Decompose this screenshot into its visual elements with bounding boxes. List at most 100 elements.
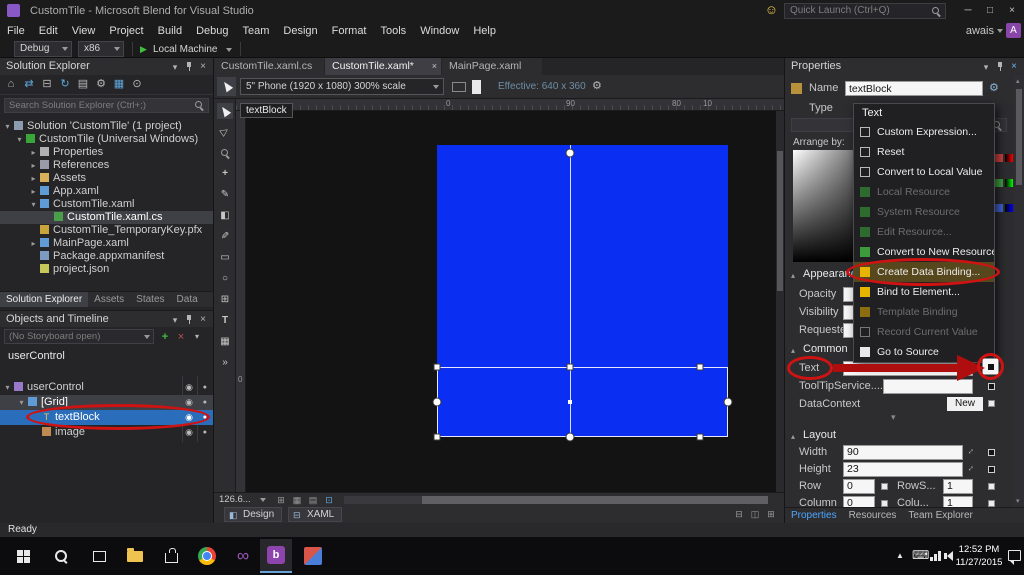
- scroll-down-icon[interactable]: ▾: [1016, 497, 1020, 505]
- chevron-collapsed-icon[interactable]: ▸: [28, 237, 39, 250]
- chevron-expanded-icon[interactable]: ▾: [2, 380, 13, 395]
- advanced-options-marker[interactable]: [988, 383, 995, 390]
- tab-team-explorer[interactable]: Team Explorer: [902, 508, 978, 523]
- tab-resources[interactable]: Resources: [843, 508, 903, 523]
- new-storyboard-icon[interactable]: +: [158, 330, 172, 344]
- resize-handle[interactable]: [697, 364, 704, 371]
- close-icon[interactable]: ×: [197, 61, 209, 73]
- eye-icon[interactable]: ◉: [185, 395, 193, 410]
- objects-item-grid[interactable]: ▾[Grid]◉●: [0, 395, 213, 410]
- solution-search-box[interactable]: Search Solution Explorer (Ctrl+;): [4, 98, 209, 113]
- advanced-options-marker[interactable]: [988, 466, 995, 473]
- eye-icon[interactable]: ◉: [185, 410, 193, 425]
- app-icon[interactable]: [300, 544, 326, 568]
- tooltipservice-input[interactable]: [883, 379, 973, 394]
- tree-item-customtile-xaml-cs[interactable]: CustomTile.xaml.cs: [0, 211, 213, 224]
- lock-dot-icon[interactable]: ●: [203, 395, 207, 410]
- close-button[interactable]: ×: [1002, 1, 1022, 21]
- feedback-smiley-icon[interactable]: ☺: [765, 2, 778, 17]
- advanced-options-marker[interactable]: [881, 483, 888, 490]
- collapse-arrow-icon[interactable]: ▴: [791, 346, 795, 355]
- autosize-icon[interactable]: ↕: [966, 463, 976, 473]
- pin-icon[interactable]: [183, 314, 195, 326]
- storyboard-options-icon[interactable]: ▾: [190, 330, 204, 344]
- eyedropper-tool-icon[interactable]: ✎: [217, 187, 233, 203]
- chevron-down-icon[interactable]: ▾: [980, 61, 992, 73]
- lock-dot-icon[interactable]: ●: [203, 425, 207, 440]
- menu-item-convert-to-new-resource[interactable]: Convert to New Resource...: [854, 242, 994, 262]
- tree-item-customtile-xaml[interactable]: ▾CustomTile.xaml: [0, 198, 213, 211]
- menu-file[interactable]: File: [0, 22, 32, 40]
- task-view-icon[interactable]: [86, 544, 112, 568]
- chevron-expanded-icon[interactable]: ▾: [2, 120, 13, 133]
- refresh-icon[interactable]: ↻: [58, 77, 72, 91]
- tree-item-app-xaml[interactable]: ▸App.xaml: [0, 185, 213, 198]
- section-common[interactable]: Common: [803, 343, 848, 355]
- gear-icon[interactable]: ⚙: [592, 79, 602, 92]
- zoom-tool-icon[interactable]: [217, 145, 233, 161]
- chevron-expanded-icon[interactable]: ▾: [28, 198, 39, 211]
- tray-expand-icon[interactable]: ▲: [896, 551, 904, 560]
- assets-tool-icon[interactable]: ▦: [217, 334, 233, 350]
- sync-with-editor-icon[interactable]: ⊙: [130, 77, 144, 91]
- canvas-vertical-scrollbar[interactable]: [776, 111, 784, 492]
- storyboard-picker[interactable]: (No Storyboard open): [4, 329, 154, 344]
- advanced-options-marker[interactable]: [988, 483, 995, 490]
- tree-item-appxmanifest[interactable]: Package.appxmanifest: [0, 250, 213, 263]
- resize-handle[interactable]: [434, 364, 441, 371]
- solution-explorer-header[interactable]: Solution Explorer ▾ ×: [0, 58, 213, 75]
- zoom-fit-icon[interactable]: ⊞: [274, 494, 288, 506]
- store-icon[interactable]: [158, 544, 184, 568]
- chevron-collapsed-icon[interactable]: ▸: [28, 172, 39, 185]
- pan-tool-icon[interactable]: +: [217, 166, 233, 182]
- tab-states[interactable]: States: [130, 292, 170, 307]
- blue-channel-swatch[interactable]: [995, 204, 1003, 212]
- scroll-up-icon[interactable]: ▴: [1016, 77, 1020, 85]
- text-tool-icon[interactable]: T: [217, 313, 233, 329]
- scrollbar-thumb[interactable]: [777, 151, 783, 291]
- menu-edit[interactable]: Edit: [32, 22, 65, 40]
- network-icon[interactable]: [930, 551, 942, 561]
- collapse-arrow-icon[interactable]: ▴: [791, 432, 795, 441]
- selection-tool-icon[interactable]: [217, 103, 233, 119]
- tree-item-mainpage-xaml[interactable]: ▸MainPage.xaml: [0, 237, 213, 250]
- advanced-options-marker[interactable]: [988, 449, 995, 456]
- lock-dot-icon[interactable]: ●: [203, 410, 207, 425]
- pen-tool-icon[interactable]: ✎: [217, 229, 233, 245]
- platform-dropdown[interactable]: x86: [78, 41, 124, 57]
- menu-project[interactable]: Project: [102, 22, 150, 40]
- ellipse-tool-icon[interactable]: ○: [217, 271, 233, 287]
- scrollbar-thumb[interactable]: [1016, 89, 1022, 185]
- anchor-handle[interactable]: [433, 398, 442, 407]
- objects-timeline-header[interactable]: Objects and Timeline ▾ ×: [0, 310, 213, 327]
- blue-channel-slider[interactable]: [1005, 204, 1013, 212]
- tab-properties[interactable]: Properties: [785, 508, 843, 523]
- tab-solution-explorer[interactable]: Solution Explorer: [0, 292, 88, 307]
- split-horizontal-icon[interactable]: ⊟: [732, 508, 746, 520]
- close-icon[interactable]: ×: [1008, 61, 1020, 73]
- switch-views-icon[interactable]: ⇄: [22, 77, 36, 91]
- chevron-collapsed-icon[interactable]: ▸: [28, 159, 39, 172]
- close-icon[interactable]: ×: [197, 314, 209, 326]
- menu-item-reset[interactable]: Reset: [854, 142, 994, 162]
- design-grid-root[interactable]: [437, 145, 728, 437]
- delete-storyboard-icon[interactable]: ×: [174, 330, 188, 344]
- pin-icon[interactable]: [183, 61, 195, 73]
- config-dropdown[interactable]: Debug: [14, 41, 72, 57]
- rectangle-tool-icon[interactable]: ▭: [217, 250, 233, 266]
- tab-design[interactable]: ◧Design: [224, 507, 282, 522]
- objects-item-image[interactable]: image◉●: [0, 425, 213, 440]
- snapping-icon[interactable]: ⊡: [322, 494, 336, 506]
- objects-item-textblock[interactable]: TtextBlock◉●: [0, 410, 213, 425]
- artboard-canvas[interactable]: [246, 111, 776, 492]
- chevron-collapsed-icon[interactable]: ▸: [28, 185, 39, 198]
- expand-pane-icon[interactable]: ⊞: [764, 508, 778, 520]
- start-button[interactable]: [10, 544, 36, 568]
- pin-icon[interactable]: [994, 61, 1006, 73]
- row-input[interactable]: 0: [843, 479, 875, 494]
- collapse-arrow-icon[interactable]: ▴: [791, 271, 795, 280]
- menu-item-convert-to-local-value[interactable]: Convert to Local Value: [854, 162, 994, 182]
- resize-handle[interactable]: [567, 364, 574, 371]
- home-icon[interactable]: ⌂: [4, 77, 18, 91]
- show-grid-icon[interactable]: ▦: [290, 494, 304, 506]
